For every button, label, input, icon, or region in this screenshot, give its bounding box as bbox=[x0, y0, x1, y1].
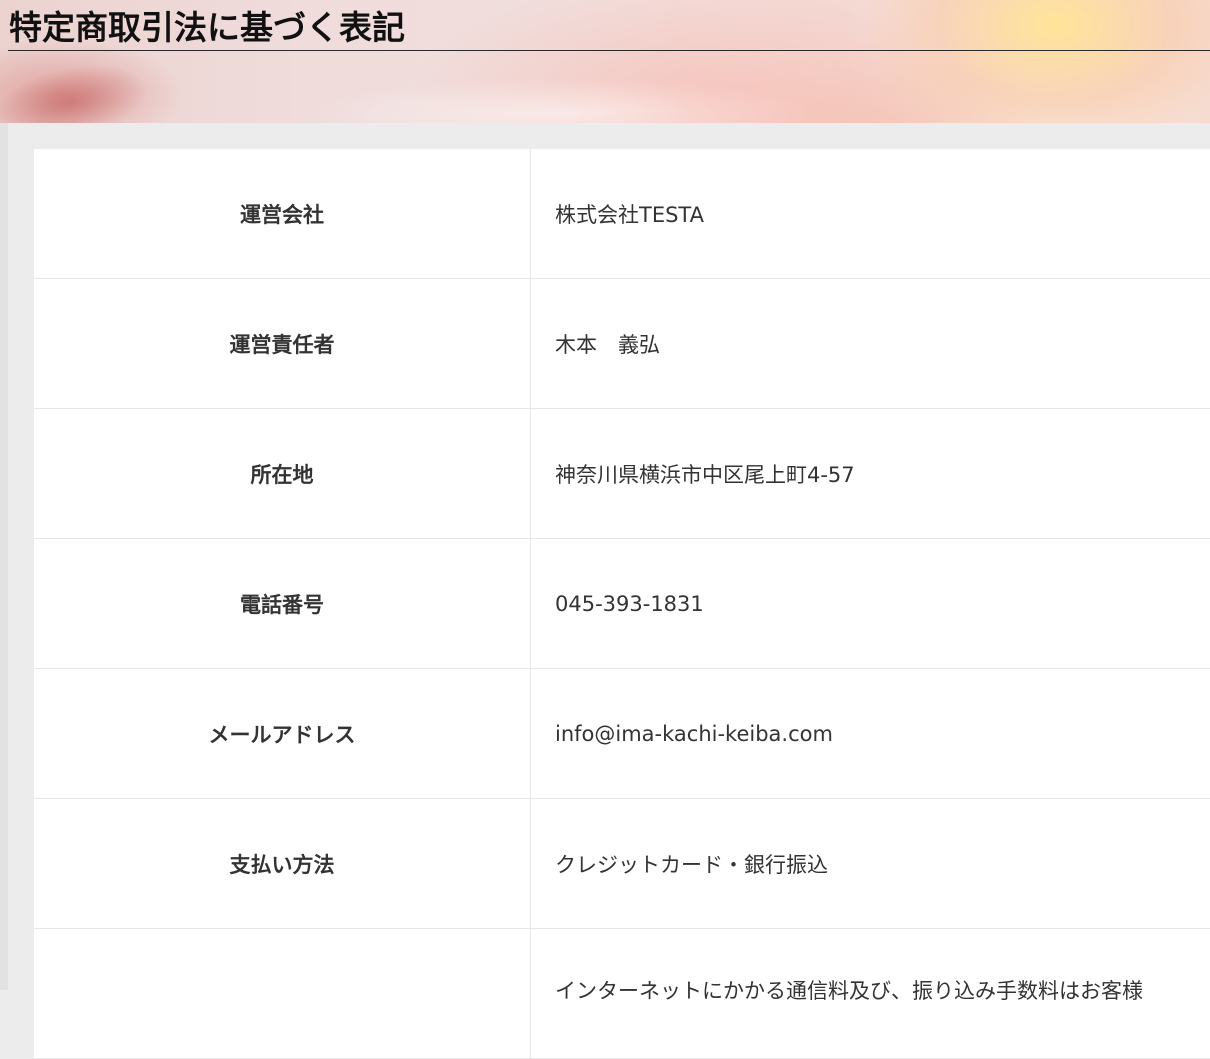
row-label: 所在地 bbox=[34, 409, 531, 538]
table-row: メールアドレス info@ima-kachi-keiba.com bbox=[34, 669, 1210, 799]
left-margin bbox=[0, 123, 8, 990]
row-value: 木本 義弘 bbox=[555, 332, 660, 357]
table-row: 電話番号 045-393-1831 bbox=[34, 539, 1210, 669]
row-value: 045-393-1831 bbox=[555, 591, 704, 616]
row-label: 運営責任者 bbox=[34, 279, 531, 408]
page-title: 特定商取引法に基づく表記 bbox=[9, 8, 405, 47]
row-value: 神奈川県横浜市中区尾上町4-57 bbox=[555, 462, 855, 487]
header-banner: 特定商取引法に基づく表記 bbox=[0, 0, 1210, 123]
email-value[interactable]: info@ima-kachi-keiba.com bbox=[555, 669, 833, 798]
row-label: メールアドレス bbox=[34, 669, 531, 798]
row-label: 運営会社 bbox=[34, 149, 531, 278]
table-row: 支払い方法 クレジットカード・銀行振込 bbox=[34, 799, 1210, 929]
info-table: 運営会社 株式会社TESTA 運営責任者 木本 義弘 所在地 神奈川県横浜市中区… bbox=[34, 149, 1210, 1059]
row-value: クレジットカード・銀行振込 bbox=[555, 852, 828, 877]
row-value: 株式会社TESTA bbox=[555, 202, 704, 227]
table-row: 運営責任者 木本 義弘 bbox=[34, 279, 1210, 409]
title-underline bbox=[8, 50, 1210, 51]
banner-glow bbox=[300, 78, 820, 123]
table-row: 運営会社 株式会社TESTA bbox=[34, 149, 1210, 279]
row-value: インターネットにかかる通信料及び、振り込み手数料はお客様 bbox=[555, 979, 1143, 1003]
row-label: 支払い方法 bbox=[34, 799, 531, 928]
table-row: インターネットにかかる通信料及び、振り込み手数料はお客様 bbox=[34, 929, 1210, 1059]
row-label: 電話番号 bbox=[34, 539, 531, 668]
table-row: 所在地 神奈川県横浜市中区尾上町4-57 bbox=[34, 409, 1210, 539]
banner-decoration bbox=[0, 52, 156, 123]
row-label bbox=[34, 929, 531, 1058]
